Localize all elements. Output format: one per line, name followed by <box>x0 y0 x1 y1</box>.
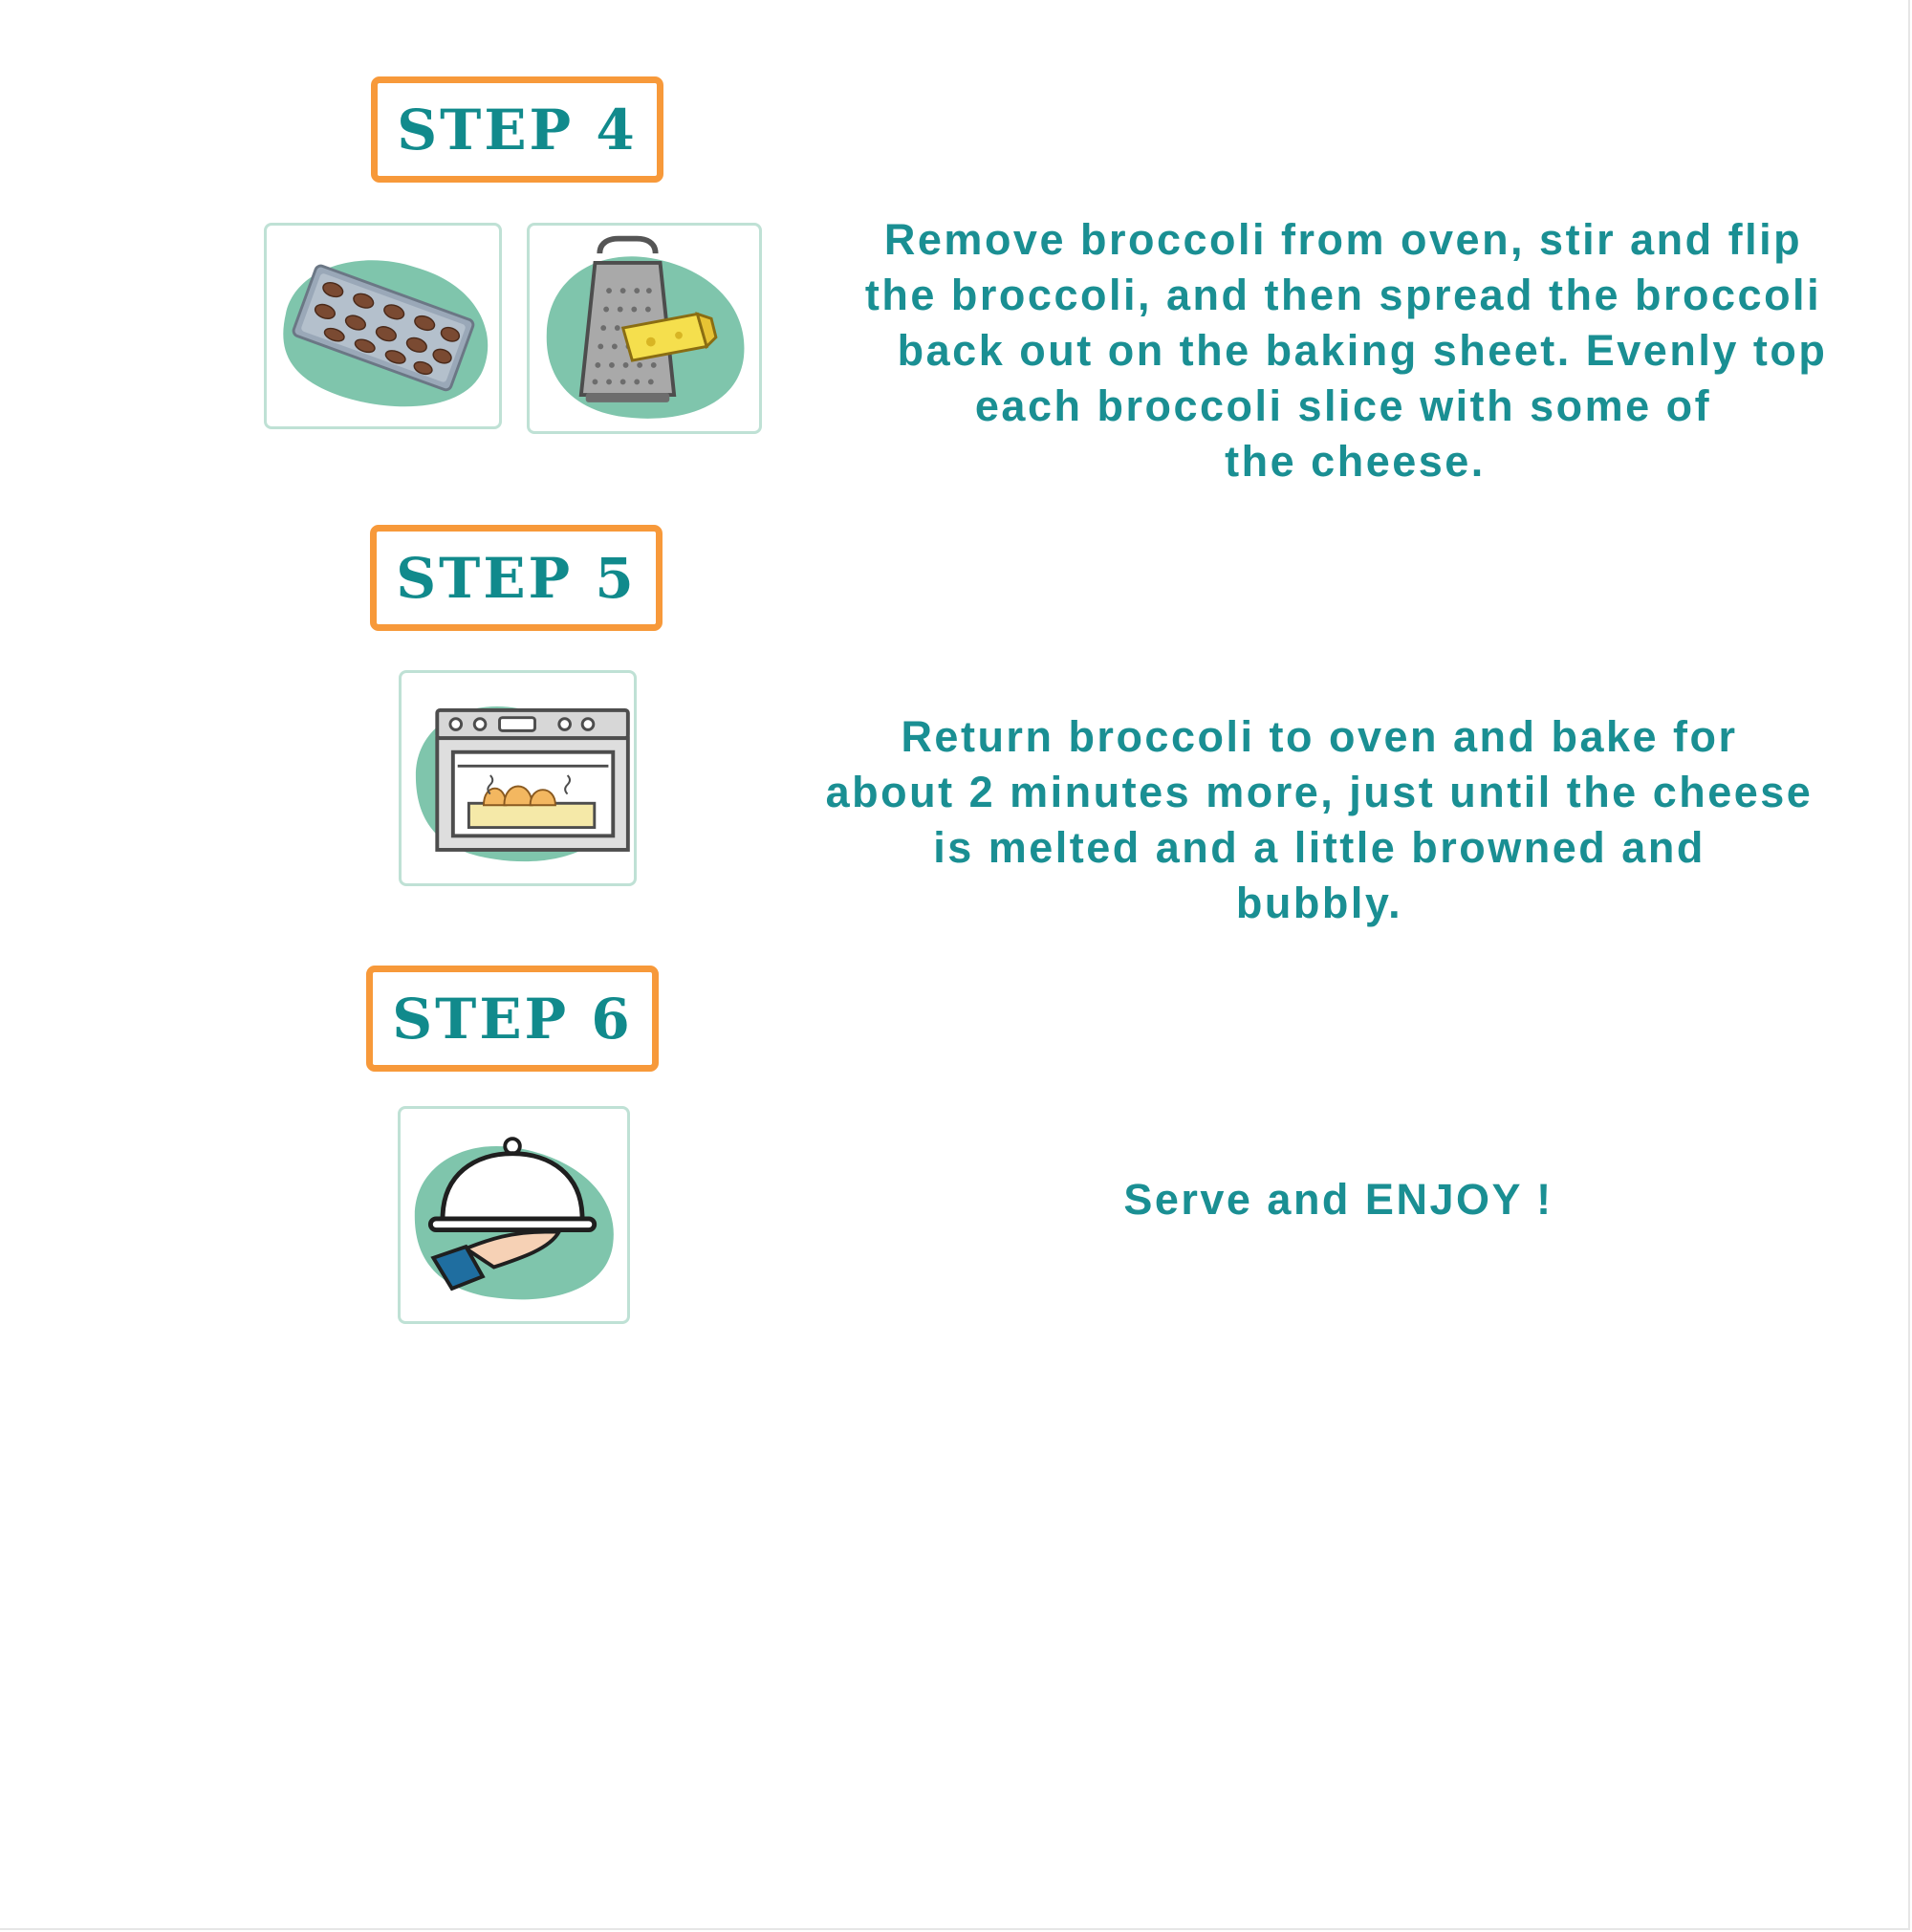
step-5-line-3: is melted and a little browned and <box>933 823 1706 872</box>
step-4-badge: STEP 4 <box>371 76 663 183</box>
step-4-line-4: each broccoli slice with some of <box>974 381 1712 430</box>
step-4-line-2: the broccoli, and then spread the brocco… <box>864 271 1822 319</box>
step-4-line-5: the cheese. <box>1225 437 1486 486</box>
step-5-label: STEP 5 <box>396 545 637 611</box>
serving-cloche-icon <box>414 1137 614 1300</box>
step-6-badge: STEP 6 <box>366 966 659 1072</box>
step-6-line-1: Serve and ENJOY ! <box>1123 1175 1554 1224</box>
cheese-grater-icon <box>546 235 745 419</box>
step-6-instructions: Serve and ENJOY ! <box>1004 1172 1673 1227</box>
oven-card <box>399 670 637 886</box>
step-6-label: STEP 6 <box>392 986 633 1052</box>
oven-icon <box>415 706 630 862</box>
step-5-line-1: Return broccoli to oven and bake for <box>901 712 1738 761</box>
serving-cloche-card <box>398 1106 630 1324</box>
cheese-grater-card <box>527 223 762 434</box>
step-4-label: STEP 4 <box>397 97 638 163</box>
step-5-instructions: Return broccoli to oven and bake for abo… <box>793 709 1845 931</box>
step-5-line-4: bubbly. <box>1235 879 1403 927</box>
step-5-line-2: about 2 minutes more, just until the che… <box>825 768 1814 816</box>
step-4-instructions: Remove broccoli from oven, stir and flip… <box>817 212 1869 489</box>
baking-sheet-icon <box>283 260 489 407</box>
step-5-badge: STEP 5 <box>370 525 663 631</box>
baking-sheet-card <box>264 223 502 429</box>
step-4-line-1: Remove broccoli from oven, stir and flip <box>883 215 1803 264</box>
step-4-line-3: back out on the baking sheet. Evenly top <box>897 326 1828 375</box>
